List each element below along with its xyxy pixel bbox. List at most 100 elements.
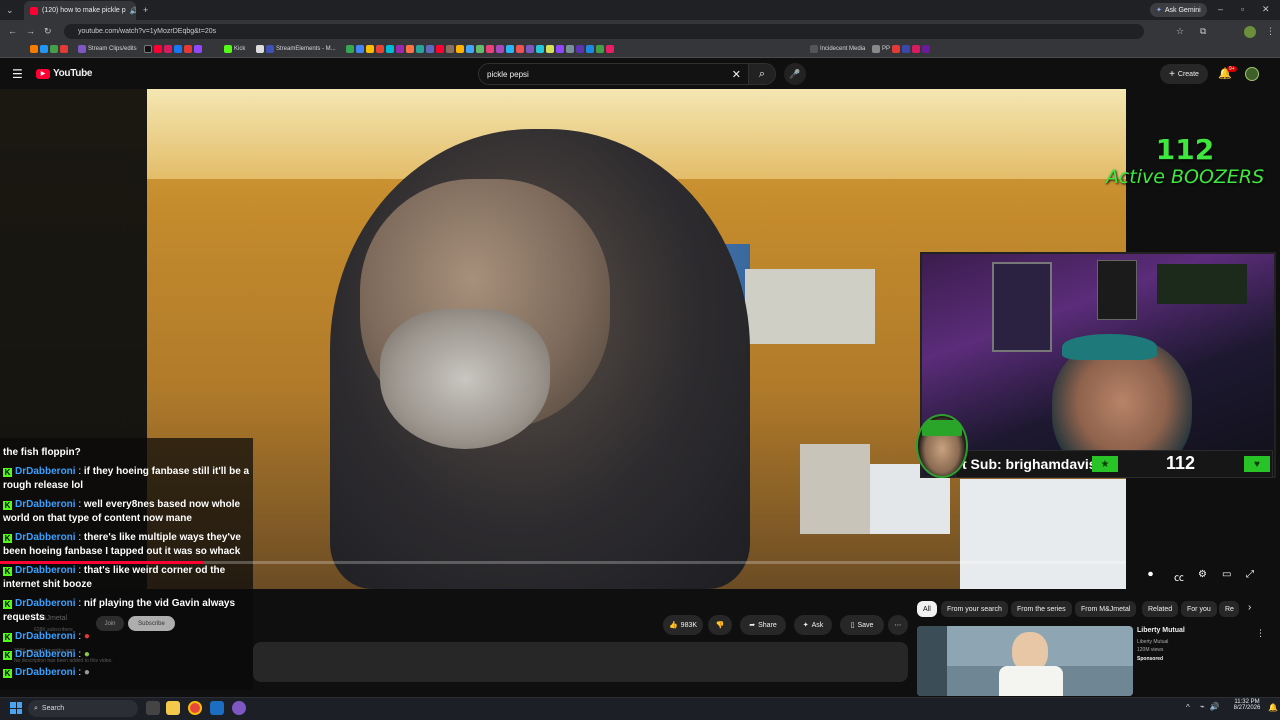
bookmark-label: Kick (234, 46, 246, 52)
bookmark-icons-a[interactable] (30, 45, 68, 53)
forward-icon[interactable]: → (26, 26, 35, 36)
chrome-icon[interactable] (188, 701, 202, 715)
task-view-icon[interactable] (146, 701, 160, 715)
profile-avatar[interactable] (1244, 26, 1256, 38)
notifications-badge: 9+ (1227, 66, 1237, 72)
captions-icon[interactable]: ㏄ (1174, 569, 1184, 584)
bookmark-incidecent-media[interactable]: Incidecent Media (810, 45, 865, 53)
new-tab-icon[interactable]: + (143, 5, 148, 15)
taskbar-search-label: Search (41, 705, 65, 712)
clear-search-icon[interactable]: ✕ (732, 68, 741, 81)
ad-thumbnail[interactable] (917, 626, 1133, 696)
bookmark-icons-c[interactable] (346, 45, 614, 53)
search-button[interactable]: ⌕ (748, 63, 776, 85)
url-field[interactable]: youtube.com/watch?v=1yMozrDEqbg&t=20s (64, 24, 1144, 39)
ad-title[interactable]: Liberty Mutual (1137, 627, 1185, 634)
bookmark-label: PP (882, 46, 891, 52)
taskbar-clock[interactable]: 11:32 PM 8/27/2026 (1230, 699, 1264, 711)
hamburger-menu-icon[interactable]: ☰ (12, 68, 23, 80)
taskbar-search[interactable]: ⌕ Search (28, 700, 138, 717)
voice-search-button[interactable]: 🎤 (784, 63, 806, 85)
chrome-menu-icon[interactable]: ⋮ (1266, 26, 1275, 36)
bookmark-stream-clips[interactable]: Stream Clips/edits (78, 45, 137, 53)
miniplayer-icon[interactable]: ▭ (1222, 569, 1231, 580)
chip-all[interactable]: All (917, 601, 937, 617)
kick-icon: K (3, 534, 12, 543)
microphone-icon: 🎤 (789, 68, 801, 79)
speaker-icon[interactable]: 🔊 (130, 7, 136, 15)
more-icon: ⋯ (894, 622, 902, 629)
back-icon[interactable]: ← (8, 26, 17, 36)
bookmark-label: Incidecent Media (820, 46, 866, 52)
browser-tab-strip (0, 0, 1280, 20)
chat-message: K DrDabberoni : ● (3, 667, 90, 678)
chat-username: DrDabberoni (15, 598, 76, 609)
ad-menu-icon[interactable]: ⋮ (1256, 628, 1265, 639)
account-avatar[interactable] (1245, 67, 1259, 81)
video-person-beard (380, 309, 550, 449)
search-icon: ⌕ (758, 67, 766, 80)
bookmark-pp[interactable]: PP (872, 45, 931, 53)
chip-from-channel[interactable]: From M&Jmetal (1075, 601, 1137, 617)
bookmark-star-icon[interactable]: ☆ (1176, 26, 1184, 36)
chip-from-your-search[interactable]: From your search (941, 601, 1008, 617)
video-boxes (800, 444, 870, 534)
active-counter-overlay: 112 Active BOOZERS (1090, 134, 1280, 189)
autoplay-toggle-icon[interactable]: ⏺ (1148, 569, 1153, 580)
chips-next-icon[interactable]: › (1248, 602, 1251, 613)
emote-icon: ● (83, 631, 90, 642)
obs-icon[interactable] (232, 701, 246, 715)
volume-icon: 🔊 (1209, 702, 1220, 711)
ask-gemini-label: Ask Gemini (1164, 6, 1201, 14)
youtube-logo-text: YouTube (53, 68, 93, 79)
description-box[interactable] (253, 642, 908, 682)
steam-icon[interactable] (210, 701, 224, 715)
channel-name[interactable]: M&Jmetal (36, 615, 67, 622)
youtube-logo[interactable]: ▶ YouTube (36, 68, 93, 79)
maximize-icon[interactable]: ▫ (1241, 4, 1244, 14)
more-actions-button[interactable]: ⋯ (888, 615, 908, 635)
kick-icon: K (3, 600, 12, 609)
sparkle-icon: ✦ (802, 622, 809, 629)
notification-center-icon[interactable]: 🔔 (1268, 703, 1278, 712)
bookmark-label: Stream Clips/edits (88, 46, 137, 52)
minimize-icon[interactable]: – (1218, 4, 1223, 14)
ad-channel: Liberty Mutual (1137, 639, 1169, 645)
subscriber-alert-bar: t Sub: brighamdavis ★ 112 ♥ (955, 450, 1273, 478)
webcam-jersey (1097, 260, 1137, 320)
subscribe-button[interactable]: Subscribe (128, 616, 175, 631)
sub-alert-text: t Sub: brighamdavis (962, 456, 1097, 472)
create-button[interactable]: + Create (1160, 64, 1208, 84)
extensions-icon[interactable]: ⧉ (1200, 26, 1206, 36)
ask-gemini-button[interactable]: ✦ Ask Gemini (1150, 3, 1207, 17)
youtube-play-icon: ▶ (36, 68, 50, 79)
ask-button[interactable]: ✦ Ask (794, 615, 832, 635)
chip-related[interactable]: Related (1142, 601, 1179, 617)
chip-for-you[interactable]: For you (1181, 601, 1217, 617)
fullscreen-icon[interactable]: ⤢ (1246, 569, 1254, 580)
tray-chevron-icon[interactable]: ^ (1186, 703, 1190, 712)
window-close-icon[interactable]: ✕ (1262, 4, 1270, 14)
save-button[interactable]: ▯ Save (840, 615, 884, 635)
reload-icon[interactable]: ↻ (44, 26, 52, 36)
search-input[interactable]: pickle pepsi ✕ (478, 63, 750, 85)
dislike-button[interactable]: 👎 (708, 615, 732, 635)
chip-recently-uploaded[interactable]: Re (1219, 601, 1239, 617)
webcam-banner (992, 262, 1052, 352)
chip-from-the-series[interactable]: From the series (1011, 601, 1072, 617)
bookmark-streamelements[interactable]: StreamElements - M... (256, 45, 336, 53)
windows-start-icon[interactable] (10, 702, 22, 714)
settings-gear-icon[interactable]: ⚙ (1198, 569, 1207, 580)
kick-icon: K (3, 633, 12, 642)
save-label: Save (857, 621, 874, 629)
tab-search-icon[interactable]: ⌄ (6, 5, 14, 15)
like-button[interactable]: 👍 983K (663, 615, 703, 635)
tray-icons[interactable]: ⌁ 🔊 (1200, 702, 1220, 711)
file-explorer-icon[interactable] (166, 701, 180, 715)
bookmark-icons-b[interactable] (144, 45, 202, 53)
bookmark-kick[interactable]: Kick (224, 45, 245, 53)
browser-tab[interactable]: (120) how to make pickle p 🔊 ✕ (24, 1, 136, 20)
share-button[interactable]: ➦ Share (740, 615, 786, 635)
share-label: Share (758, 621, 777, 629)
join-button[interactable]: Join (96, 616, 124, 631)
